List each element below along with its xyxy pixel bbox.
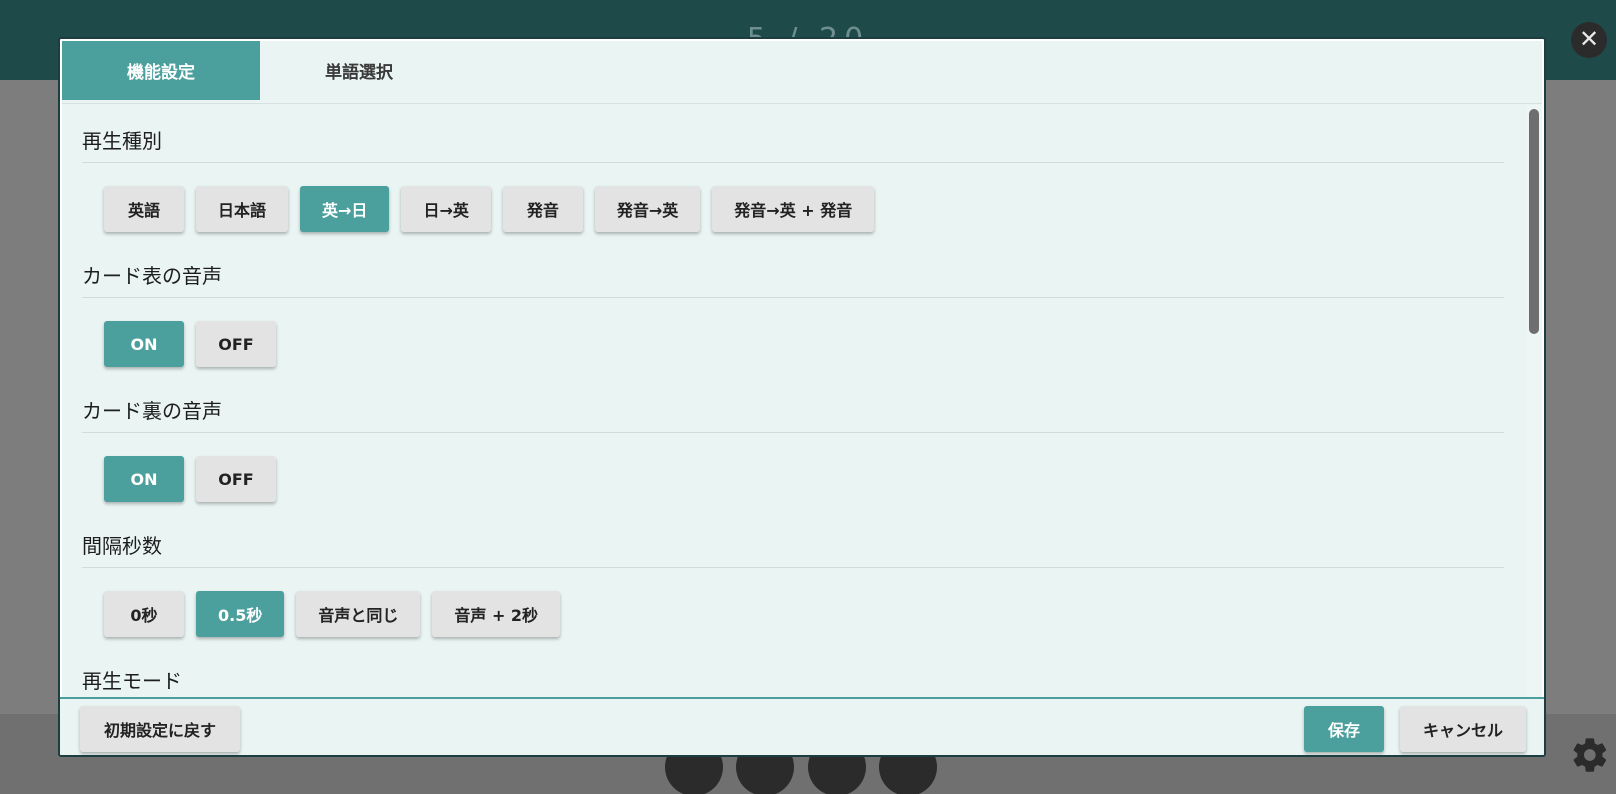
modal-footer: 初期設定に戻す 保存 キャンセル <box>60 697 1544 755</box>
section-divider <box>82 162 1504 163</box>
interval-same-as-voice-button[interactable]: 音声と同じ <box>296 591 421 637</box>
play-type-pronunciation-button[interactable]: 発音 <box>502 186 583 232</box>
reset-defaults-button[interactable]: 初期設定に戻す <box>80 706 240 752</box>
section-title-interval: 間隔秒数 <box>82 534 162 558</box>
tab-bar: 機能設定 単語選択 <box>62 41 458 100</box>
play-type-pron-en-button[interactable]: 発音→英 <box>594 186 701 232</box>
front-voice-on-button[interactable]: ON <box>104 321 184 367</box>
back-voice-on-button[interactable]: ON <box>104 456 184 502</box>
scrollbar-thumb[interactable] <box>1529 109 1539 334</box>
front-voice-off-button[interactable]: OFF <box>196 321 276 367</box>
front-voice-options: ON OFF <box>104 321 276 367</box>
settings-content: 再生種別 英語 日本語 英→日 日→英 発音 発音→英 発音→英 + 発音 カー… <box>62 105 1528 735</box>
play-type-pron-en-pron-button[interactable]: 発音→英 + 発音 <box>712 186 875 232</box>
gear-icon[interactable] <box>1570 735 1610 775</box>
interval-voice-plus-2s-button[interactable]: 音声 + 2秒 <box>432 591 561 637</box>
play-type-ja-en-button[interactable]: 日→英 <box>401 186 491 232</box>
tab-word-selection[interactable]: 単語選択 <box>260 41 458 100</box>
section-divider <box>82 432 1504 433</box>
interval-options: 0秒 0.5秒 音声と同じ 音声 + 2秒 <box>104 591 561 637</box>
section-divider <box>82 567 1504 568</box>
play-type-en-ja-button[interactable]: 英→日 <box>300 186 390 232</box>
section-title-play-mode: 再生モード <box>82 669 182 693</box>
cancel-button[interactable]: キャンセル <box>1400 706 1526 752</box>
save-button[interactable]: 保存 <box>1304 706 1384 752</box>
interval-0-5s-button[interactable]: 0.5秒 <box>196 591 285 637</box>
back-voice-off-button[interactable]: OFF <box>196 456 276 502</box>
section-title-play-type: 再生種別 <box>82 129 162 153</box>
play-type-english-button[interactable]: 英語 <box>104 186 184 232</box>
section-divider <box>82 297 1504 298</box>
play-type-japanese-button[interactable]: 日本語 <box>196 186 289 232</box>
section-title-back-voice: カード裏の音声 <box>82 399 222 423</box>
tab-function-settings[interactable]: 機能設定 <box>62 41 260 100</box>
settings-modal: 機能設定 単語選択 再生種別 英語 日本語 英→日 日→英 発音 発音→英 発音… <box>58 37 1546 757</box>
close-icon[interactable]: ✕ <box>1571 22 1607 58</box>
play-type-options: 英語 日本語 英→日 日→英 発音 発音→英 発音→英 + 発音 <box>104 186 875 232</box>
back-voice-options: ON OFF <box>104 456 276 502</box>
tab-divider <box>62 103 1542 104</box>
interval-0s-button[interactable]: 0秒 <box>104 591 184 637</box>
section-title-front-voice: カード表の音声 <box>82 264 222 288</box>
